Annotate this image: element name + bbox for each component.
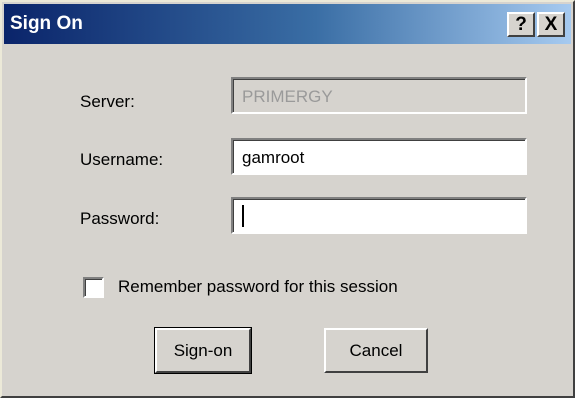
- text-caret: [242, 205, 244, 228]
- server-field: PRIMERGY: [231, 77, 527, 114]
- sign-on-button-label: Sign-on: [173, 340, 233, 360]
- server-label: Server:: [80, 92, 135, 111]
- password-label: Password:: [80, 209, 160, 228]
- password-field[interactable]: [231, 197, 527, 234]
- title-bar[interactable]: Sign On ? X: [4, 4, 571, 44]
- cancel-button-label: Cancel: [349, 340, 403, 360]
- remember-password-label[interactable]: Remember password for this session: [118, 277, 398, 297]
- close-icon: X: [544, 13, 558, 35]
- sign-on-button[interactable]: Sign-on: [154, 327, 252, 374]
- username-field[interactable]: gamroot: [231, 138, 527, 175]
- username-label: Username:: [80, 150, 164, 169]
- window-title: Sign On: [10, 13, 83, 34]
- cancel-button[interactable]: Cancel: [324, 328, 428, 373]
- help-icon: ?: [515, 13, 527, 35]
- close-button[interactable]: X: [537, 12, 565, 37]
- help-button[interactable]: ?: [507, 12, 535, 37]
- sign-on-dialog: Sign On ? X Server: PRIMERGY Username: g…: [0, 0, 575, 398]
- remember-password-checkbox[interactable]: [83, 277, 104, 298]
